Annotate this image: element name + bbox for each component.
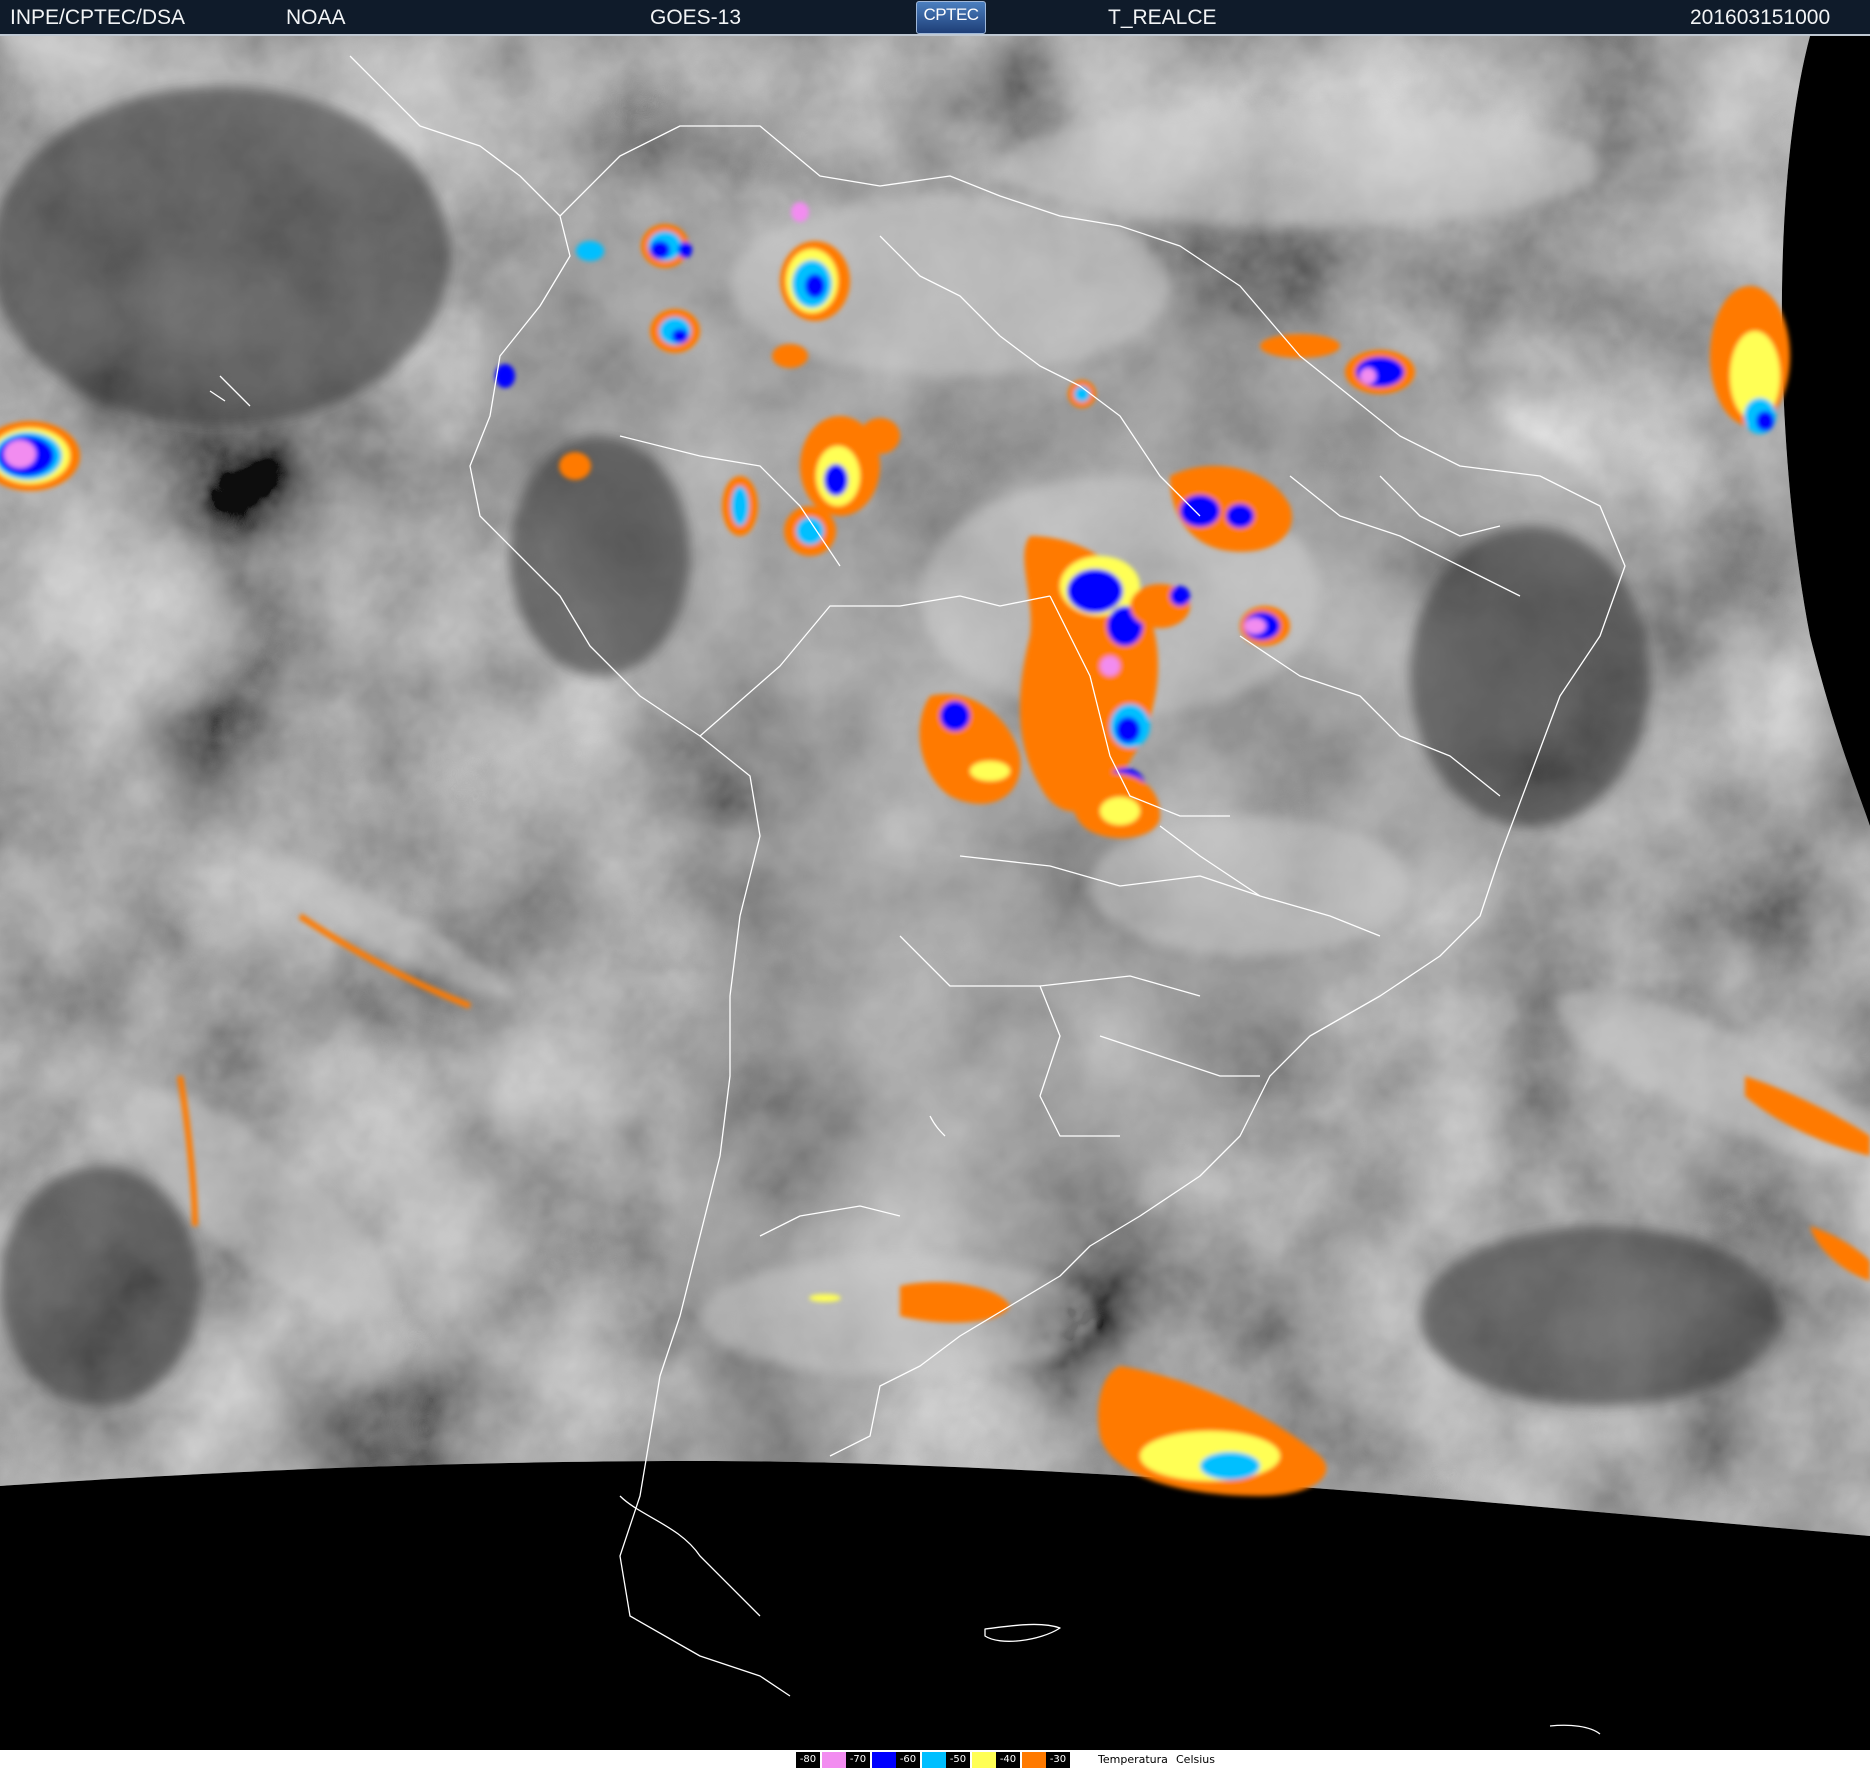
- temperature-legend: -80 -70 -60 -50 -40 -30 Temperatura Cels…: [0, 1750, 1870, 1770]
- legend-title-celsius: Celsius: [1176, 1753, 1215, 1766]
- legend-swatch-yellow: [972, 1752, 996, 1768]
- legend-value-minus40: -40: [996, 1752, 1020, 1768]
- legend-swatch-orange: [1022, 1752, 1046, 1768]
- legend-swatch-blue: [872, 1752, 896, 1768]
- legend-value-minus80: -80: [796, 1752, 820, 1768]
- legend-value-minus30: -30: [1046, 1752, 1070, 1768]
- legend-swatch-pink: [822, 1752, 846, 1768]
- product-label: T_REALCE: [1108, 6, 1217, 29]
- satellite-image-viewer: INPE/CPTEC/DSA NOAA GOES-13 CPTEC T_REAL…: [0, 0, 1870, 1770]
- satellite-label: GOES-13: [650, 6, 742, 29]
- legend-value-minus60: -60: [896, 1752, 920, 1768]
- legend-value-minus50: -50: [946, 1752, 970, 1768]
- legend-title-temperatura: Temperatura: [1098, 1753, 1168, 1766]
- header-bar: INPE/CPTEC/DSA NOAA GOES-13 CPTEC T_REAL…: [0, 0, 1870, 36]
- timestamp-label: 201603151000: [1690, 6, 1831, 29]
- cptec-logo: CPTEC: [916, 1, 986, 34]
- legend-swatch-cyan: [922, 1752, 946, 1768]
- agency-label: NOAA: [286, 6, 346, 29]
- infrared-satellite-map: [0, 36, 1870, 1750]
- legend-value-minus70: -70: [846, 1752, 870, 1768]
- institution-label: INPE/CPTEC/DSA: [10, 6, 186, 29]
